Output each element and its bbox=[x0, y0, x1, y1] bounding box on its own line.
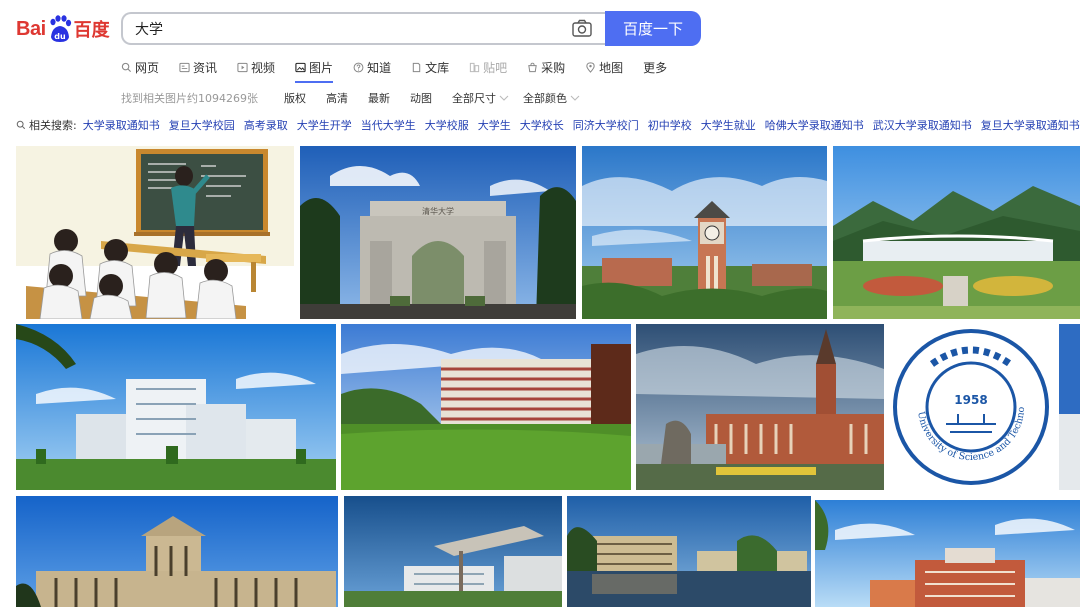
gate-sign-text: 清华大学 bbox=[422, 206, 454, 216]
filter-size-dropdown[interactable]: 全部尺寸 bbox=[452, 90, 509, 106]
tab-zhidao[interactable]: 知道 bbox=[353, 56, 391, 78]
tab-label: 资讯 bbox=[193, 60, 218, 75]
image-icon bbox=[295, 62, 306, 72]
dropdown-label: 全部尺寸 bbox=[452, 92, 496, 105]
chevron-down-icon bbox=[499, 95, 509, 101]
related-item[interactable]: 高考录取 bbox=[244, 117, 288, 133]
tab-video[interactable]: 视频 bbox=[237, 56, 275, 78]
logo-text-bai: Bai bbox=[16, 17, 46, 40]
tab-map[interactable]: 地图 bbox=[585, 56, 623, 78]
filter-latest[interactable]: 最新 bbox=[368, 90, 390, 106]
related-searches: 相关搜索: 大学录取通知书 复旦大学校园 高考录取 大学生开学 当代大学生 大学… bbox=[16, 117, 1080, 133]
filter-color-dropdown[interactable]: 全部颜色 bbox=[523, 90, 580, 106]
filter-bar: 找到相关图片约1094269张 版权 高清 最新 动图 全部尺寸 全部颜色 bbox=[121, 90, 594, 106]
filter-copyright[interactable]: 版权 bbox=[284, 90, 306, 106]
dropdown-label: 全部颜色 bbox=[523, 92, 567, 105]
header: Bai du 百度 百度一下 网页 bbox=[0, 0, 1080, 145]
ustc-logo-image[interactable]: University of Science and Technology of … bbox=[888, 324, 1054, 490]
video-icon bbox=[237, 62, 248, 72]
red-building-image[interactable] bbox=[815, 500, 1080, 607]
search-box bbox=[121, 12, 605, 45]
classroom-cartoon-image[interactable] bbox=[16, 146, 294, 319]
map-pin-icon bbox=[586, 61, 595, 73]
tab-label: 贴吧 bbox=[483, 60, 508, 75]
tab-label: 采购 bbox=[541, 60, 566, 75]
tab-web[interactable]: 网页 bbox=[121, 56, 159, 78]
related-item[interactable]: 哈佛大学录取通知书 bbox=[765, 117, 864, 133]
old-building-image[interactable] bbox=[16, 496, 338, 607]
related-item[interactable]: 大学生就业 bbox=[701, 117, 756, 133]
ustc-year-text: 1958 bbox=[954, 393, 987, 407]
related-item[interactable]: 大学生 bbox=[478, 117, 511, 133]
result-count: 找到相关图片约1094269张 bbox=[121, 92, 258, 105]
news-icon bbox=[179, 62, 190, 72]
search-button[interactable]: 百度一下 bbox=[605, 11, 701, 46]
related-item[interactable]: 武汉大学录取通知书 bbox=[873, 117, 972, 133]
partial-image[interactable] bbox=[1059, 324, 1080, 490]
lake-building-image[interactable] bbox=[567, 496, 811, 607]
tab-label: 网页 bbox=[135, 60, 160, 75]
tab-label: 地图 bbox=[599, 60, 624, 75]
related-item[interactable]: 大学校长 bbox=[520, 117, 564, 133]
clock-tower-image[interactable] bbox=[582, 146, 827, 319]
tab-images[interactable]: 图片 bbox=[295, 56, 334, 83]
canopy-building-image[interactable] bbox=[344, 496, 562, 607]
related-item[interactable]: 复旦大学校园 bbox=[169, 117, 235, 133]
tab-news[interactable]: 资讯 bbox=[179, 56, 217, 78]
tieba-icon bbox=[469, 62, 480, 72]
related-item[interactable]: 初中学校 bbox=[648, 117, 692, 133]
tab-wenku[interactable]: 文库 bbox=[411, 56, 449, 78]
related-label: 相关搜索: bbox=[16, 117, 77, 133]
document-icon bbox=[412, 62, 421, 72]
search-icon bbox=[16, 120, 26, 130]
tab-caigou[interactable]: 采购 bbox=[527, 56, 565, 78]
filter-hd[interactable]: 高清 bbox=[326, 90, 348, 106]
search-input[interactable] bbox=[135, 19, 555, 39]
related-label-text: 相关搜索: bbox=[29, 119, 77, 132]
related-item[interactable]: 当代大学生 bbox=[361, 117, 416, 133]
tab-label: 图片 bbox=[309, 60, 334, 75]
tab-more[interactable]: 更多 bbox=[643, 56, 667, 78]
nav-tabs: 网页 资讯 视频 图片 知道 文库 贴吧 采购 地图 更多 bbox=[121, 56, 687, 83]
tab-label: 视频 bbox=[251, 60, 276, 75]
svg-text:du: du bbox=[54, 32, 66, 41]
campus-lawn-image[interactable] bbox=[341, 324, 631, 490]
tab-label: 知道 bbox=[367, 60, 392, 75]
related-item[interactable]: 大学生开学 bbox=[297, 117, 352, 133]
modern-building-image[interactable] bbox=[16, 324, 336, 490]
mountain-campus-image[interactable] bbox=[833, 146, 1080, 319]
related-item[interactable]: 大学校服 bbox=[425, 117, 469, 133]
university-gate-image[interactable]: 清华大学 bbox=[300, 146, 576, 319]
shopping-icon bbox=[528, 62, 537, 72]
tab-tieba[interactable]: 贴吧 bbox=[469, 56, 507, 78]
chevron-down-icon bbox=[570, 95, 580, 101]
gothic-building-image[interactable] bbox=[636, 324, 884, 490]
paw-icon: du bbox=[47, 15, 73, 43]
tab-label: 更多 bbox=[643, 60, 668, 75]
filter-animated[interactable]: 动图 bbox=[410, 90, 432, 106]
search-icon bbox=[121, 62, 132, 72]
question-icon bbox=[353, 62, 364, 72]
related-item[interactable]: 同济大学校门 bbox=[573, 117, 639, 133]
related-item[interactable]: 复旦大学录取通知书 bbox=[981, 117, 1080, 133]
logo-text-cn: 百度 bbox=[73, 20, 110, 41]
tab-label: 文库 bbox=[425, 60, 450, 75]
camera-icon[interactable] bbox=[571, 19, 593, 39]
baidu-logo[interactable]: Bai du 百度 bbox=[16, 12, 112, 46]
related-item[interactable]: 大学录取通知书 bbox=[83, 117, 160, 133]
